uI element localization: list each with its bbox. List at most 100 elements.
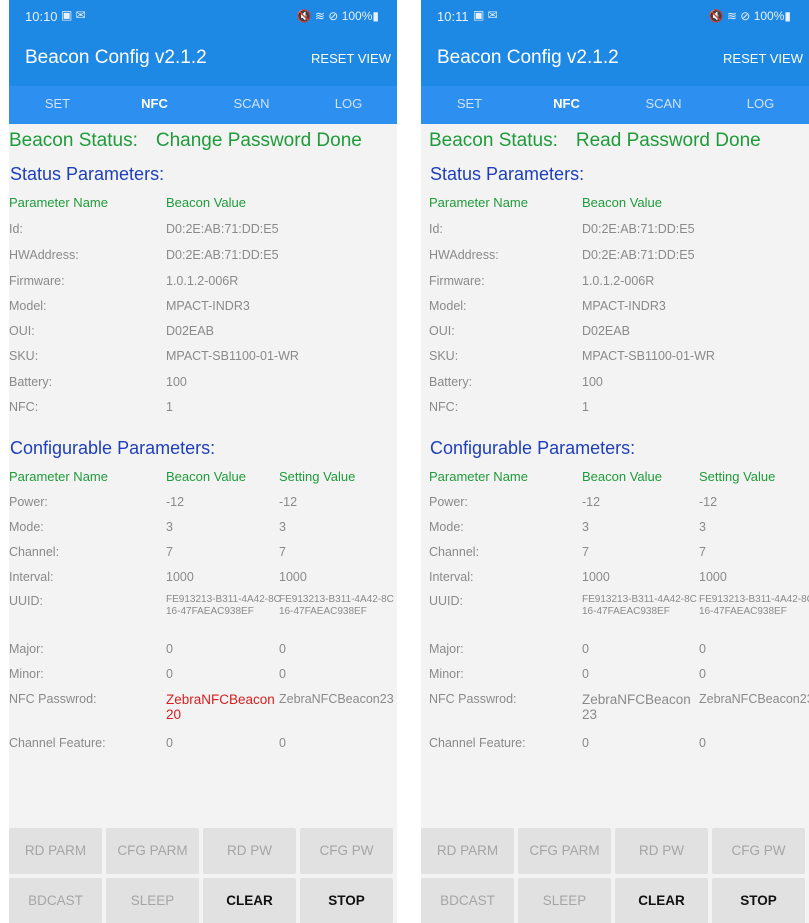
param-name: Channel: <box>429 545 480 559</box>
param-name: Id: <box>429 222 443 236</box>
status-parameters-heading: Status Parameters: <box>10 164 165 184</box>
param-name: Channel Feature: <box>429 736 526 750</box>
tab-nfc[interactable]: NFC <box>106 86 203 124</box>
rd-parm-button[interactable]: RD PARM <box>421 828 514 874</box>
beacon-status-value: Change Password Done <box>155 130 362 151</box>
param-name: Major: <box>9 642 44 656</box>
param-beacon-value: 0 <box>166 642 173 656</box>
param-name: OUI: <box>9 324 35 338</box>
param-beacon-value: 0 <box>166 667 173 681</box>
beacon-status-label: Beacon Status: <box>429 130 558 151</box>
col-beacon-value: Beacon Value <box>582 195 662 210</box>
beacon-status-label: Beacon Status: <box>9 130 138 151</box>
param-setting-value: FE913213-B311-4A42-8C16-47FAEAC938EF <box>279 594 394 617</box>
param-beacon-value: -12 <box>582 495 601 509</box>
notification-icons: ▣ ✉ <box>61 8 86 22</box>
tab-log[interactable]: LOG <box>300 86 397 124</box>
param-setting-value: 7 <box>699 545 706 559</box>
clear-button[interactable]: CLEAR <box>615 878 708 923</box>
param-name: SKU: <box>429 349 459 363</box>
rd-parm-button[interactable]: RD PARM <box>9 828 102 874</box>
configurable-parameters-heading: Configurable Parameters: <box>10 438 216 458</box>
param-name: SKU: <box>9 349 39 363</box>
rd-pw-button[interactable]: RD PW <box>203 828 296 874</box>
cfg-pw-button[interactable]: CFG PW <box>300 828 393 874</box>
col-parameter-name: Parameter Name <box>429 469 528 484</box>
beacon-status-value: Read Password Done <box>575 130 761 151</box>
system-icons: 🔇 ≋ ⊘ 100%▮ <box>296 9 379 23</box>
param-name: HWAddress: <box>429 248 499 262</box>
configurable-parameters-heading: Configurable Parameters: <box>430 438 636 458</box>
rd-pw-button[interactable]: RD PW <box>615 828 708 874</box>
param-setting-value: 0 <box>699 642 706 656</box>
status-parameters-heading: Status Parameters: <box>430 164 585 184</box>
param-beacon-value: 1000 <box>582 570 610 584</box>
reset-view-button[interactable]: RESET VIEW <box>723 51 803 66</box>
beacon-status: Beacon Status: Read Password Done <box>429 130 761 152</box>
param-beacon-value: MPACT-SB1100-01-WR <box>166 349 299 363</box>
param-name: NFC Passwrod: <box>429 692 517 706</box>
param-setting-value: FE913213-B311-4A42-8C16-47FAEAC938EF <box>699 594 809 617</box>
bdcast-button[interactable]: BDCAST <box>421 878 514 923</box>
param-setting-value: 1000 <box>279 570 307 584</box>
param-name: Mode: <box>429 520 464 534</box>
tab-set[interactable]: SET <box>421 86 518 124</box>
tab-scan[interactable]: SCAN <box>615 86 712 124</box>
col-beacon-value: Beacon Value <box>166 469 246 484</box>
tab-log[interactable]: LOG <box>712 86 809 124</box>
param-name: Channel: <box>9 545 60 559</box>
app-title: Beacon Config v2.1.2 <box>437 47 619 68</box>
col-parameter-name: Parameter Name <box>429 195 528 210</box>
param-beacon-value: 1 <box>166 400 173 414</box>
param-beacon-value: 0 <box>166 736 173 750</box>
button-panel: RD PARM CFG PARM RD PW CFG PW BDCAST SLEEP CLE… <box>9 828 397 923</box>
app-bar: Beacon Config v2.1.2 RESET VIEW <box>9 34 397 86</box>
clear-button[interactable]: CLEAR <box>203 878 296 923</box>
beacon-status: Beacon Status: Change Password Done <box>9 130 362 152</box>
bdcast-button[interactable]: BDCAST <box>9 878 102 923</box>
sleep-button[interactable]: SLEEP <box>518 878 611 923</box>
sleep-button[interactable]: SLEEP <box>106 878 199 923</box>
param-name: Interval: <box>9 570 54 584</box>
stop-button[interactable]: STOP <box>712 878 805 923</box>
param-beacon-value: 7 <box>166 545 173 559</box>
param-setting-value: 0 <box>279 736 286 750</box>
cfg-parm-button[interactable]: CFG PARM <box>106 828 199 874</box>
clock: 10:11 <box>437 9 469 24</box>
param-beacon-value: MPACT-INDR3 <box>166 299 250 313</box>
param-beacon-value: D02EAB <box>582 324 630 338</box>
system-icons: 🔇 ≋ ⊘ 100%▮ <box>708 9 791 23</box>
param-beacon-value: 3 <box>582 520 589 534</box>
param-setting-value: 7 <box>279 545 286 559</box>
param-beacon-value: 1 <box>582 400 589 414</box>
reset-view-button[interactable]: RESET VIEW <box>311 51 391 66</box>
param-name: Mode: <box>9 520 44 534</box>
cfg-parm-button[interactable]: CFG PARM <box>518 828 611 874</box>
param-name: UUID: <box>9 594 44 608</box>
tab-scan[interactable]: SCAN <box>203 86 300 124</box>
param-name: Battery: <box>9 375 53 389</box>
param-setting-value: -12 <box>699 495 718 509</box>
param-beacon-value: D02EAB <box>166 324 214 338</box>
tab-bar: SET NFC SCAN LOG <box>9 86 397 124</box>
col-beacon-value: Beacon Value <box>582 469 662 484</box>
content-area: Beacon Status: Read Password Done Status P… <box>421 124 809 824</box>
app-bar: Beacon Config v2.1.2 RESET VIEW <box>421 34 809 86</box>
param-setting-value: ZebraNFCBeacon23 <box>279 692 394 706</box>
param-name: Firmware: <box>9 274 65 288</box>
param-setting-value: ZebraNFCBeacon23 <box>699 692 809 706</box>
param-name: Power: <box>9 495 48 509</box>
param-name: Battery: <box>429 375 473 389</box>
param-beacon-value: 100 <box>582 375 603 389</box>
tab-set[interactable]: SET <box>9 86 106 124</box>
tab-nfc[interactable]: NFC <box>518 86 615 124</box>
cfg-pw-button[interactable]: CFG PW <box>712 828 805 874</box>
col-setting-value: Setting Value <box>699 469 776 484</box>
param-beacon-value: ZebraNFCBeacon20 <box>166 692 275 722</box>
param-name: Id: <box>9 222 23 236</box>
param-name: Model: <box>9 299 47 313</box>
param-name: OUI: <box>429 324 455 338</box>
content-area: Beacon Status: Change Password Done Status… <box>9 124 397 824</box>
stop-button[interactable]: STOP <box>300 878 393 923</box>
param-name: Model: <box>429 299 467 313</box>
